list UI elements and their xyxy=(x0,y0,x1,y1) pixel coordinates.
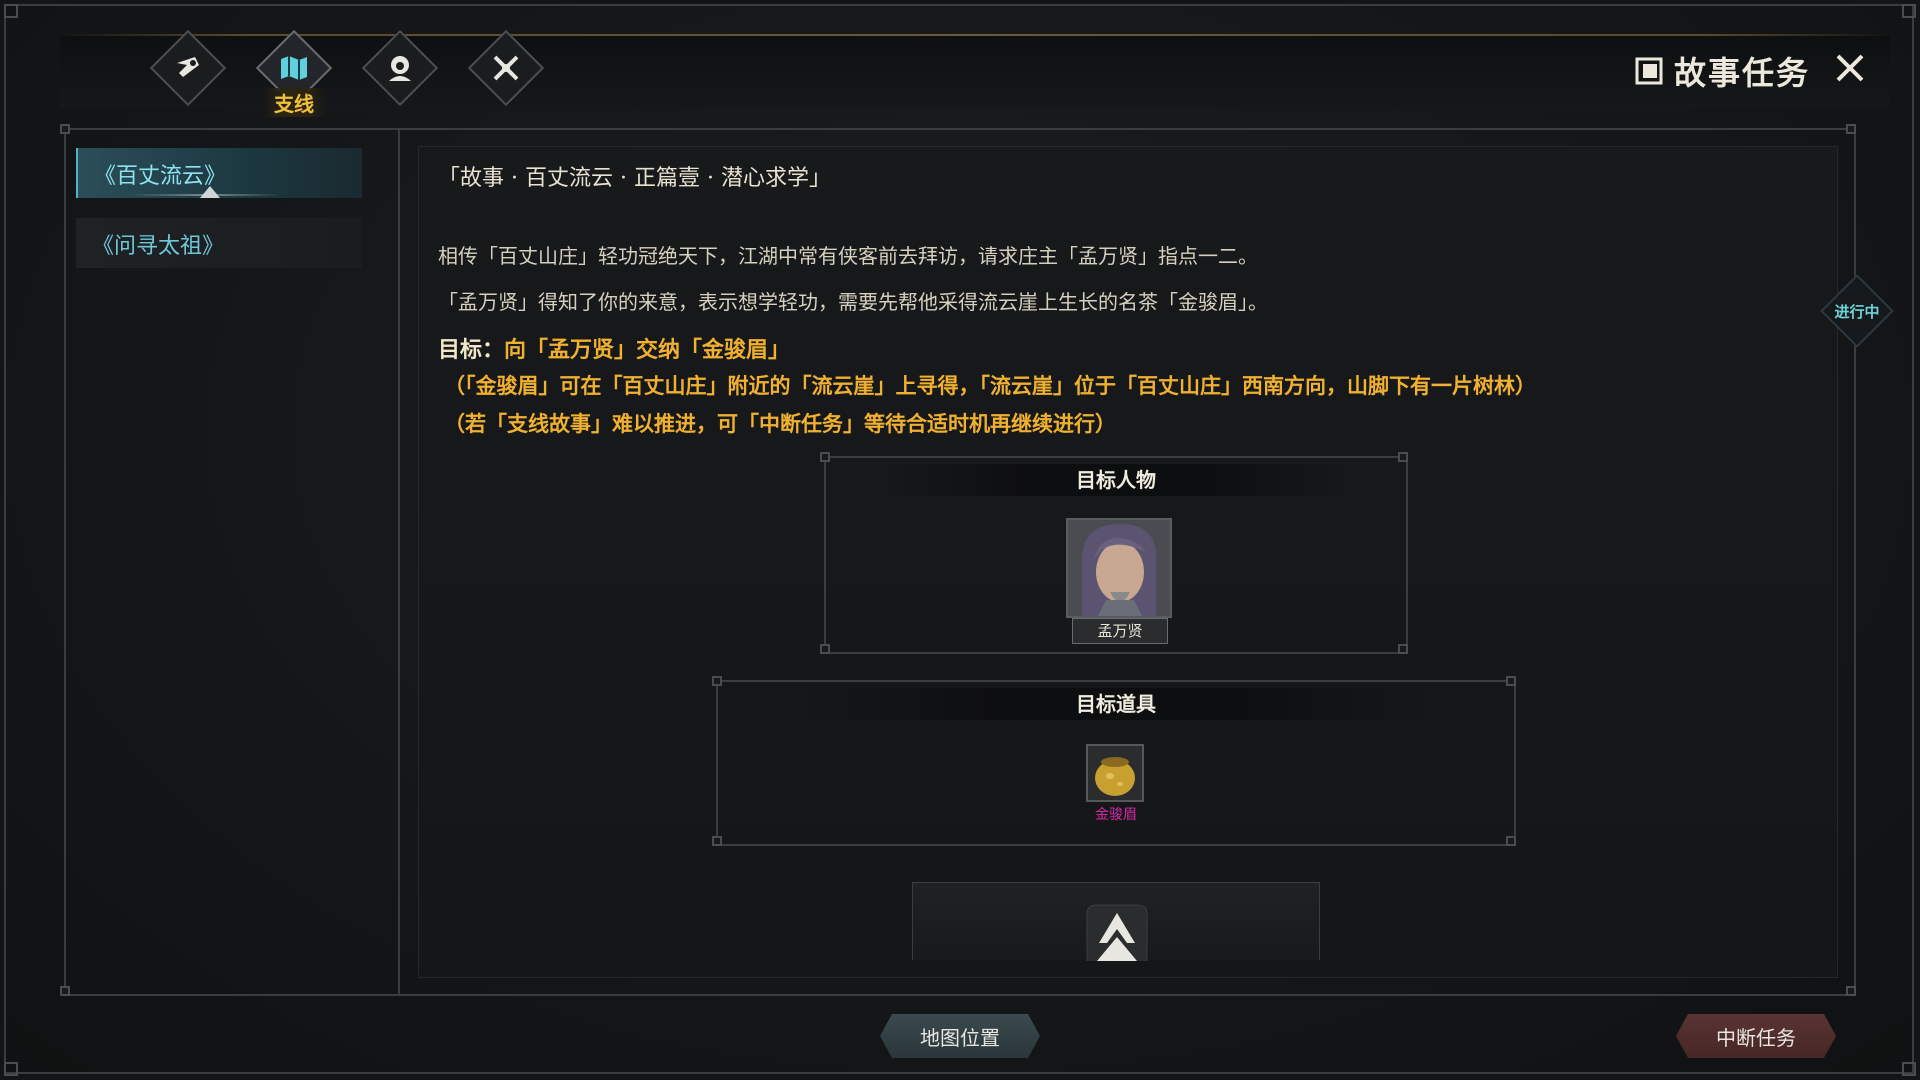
character-portrait[interactable] xyxy=(1066,518,1172,618)
crossed-swords-icon xyxy=(493,55,519,81)
frame-corner xyxy=(1902,4,1916,18)
scroll-seal-icon xyxy=(177,57,199,77)
box-corner xyxy=(820,452,830,462)
additional-target-box xyxy=(912,882,1320,961)
target-character-header: 目标人物 xyxy=(826,464,1406,496)
frame-corner xyxy=(4,1062,18,1076)
sidebar-item-label: 《问寻太祖》 xyxy=(92,234,225,259)
tea-jar-icon xyxy=(1095,757,1135,796)
top-bar-line xyxy=(60,34,1890,36)
status-text: 进行中 xyxy=(1834,302,1880,321)
top-bar xyxy=(60,36,1890,108)
quest-goal: 目标：向「孟万贤」交纳「金骏眉」 xyxy=(438,332,790,364)
close-icon[interactable] xyxy=(1832,50,1868,86)
goal-text: 向「孟万贤」交纳「金骏眉」 xyxy=(504,337,791,363)
quest-title: 「故事 · 百丈流云 · 正篇壹 · 潜心求学」 xyxy=(438,166,831,191)
box-corner xyxy=(820,644,830,654)
sidebar-divider xyxy=(398,128,400,996)
target-item-header: 目标道具 xyxy=(718,688,1514,720)
status-badge: 进行中 xyxy=(1820,274,1894,348)
character-bust-icon xyxy=(389,56,411,81)
map-location-button[interactable]: 地图位置 xyxy=(880,1014,1040,1058)
box-corner xyxy=(1506,836,1516,846)
frame-corner xyxy=(1902,1062,1916,1076)
title-text: 故事任务 xyxy=(1673,54,1810,92)
tab-character[interactable] xyxy=(361,29,439,107)
sidebar-item-baizhang[interactable]: 《百丈流云》 xyxy=(76,148,362,198)
frame-corner xyxy=(4,4,18,18)
tab-label-side: 支线 xyxy=(262,88,326,117)
open-map-icon xyxy=(281,56,307,80)
tab-main-quest[interactable] xyxy=(149,29,227,107)
chess-piece-icon xyxy=(1086,904,1148,961)
panel-corner xyxy=(1846,986,1856,996)
window-title: 故事任务 xyxy=(1634,48,1810,94)
quest-description-2: 「孟万贤」得知了你的来意，表示想学轻功，需要先帮他采得流云崖上生长的名茶「金骏眉… xyxy=(438,290,1268,314)
abort-quest-button[interactable]: 中断任务 xyxy=(1676,1014,1836,1058)
panel-corner xyxy=(60,124,70,134)
quest-hint-location: （「金骏眉」可在「百丈山庄」附近的「流云崖」上寻得，「流云崖」位于「百丈山庄」西… xyxy=(444,373,1536,398)
quest-description-1: 相传「百丈山庄」轻功冠绝天下，江湖中常有侠客前去拜访，请求庄主「孟万贤」指点一二… xyxy=(438,244,1258,268)
quest-hint-abort: （若「支线故事」难以推进，可「中断任务」等待合适时机再继续进行） xyxy=(444,411,1116,436)
box-corner xyxy=(1398,644,1408,654)
selected-indicator xyxy=(200,186,220,198)
tab-combat[interactable] xyxy=(467,29,545,107)
character-name: 孟万贤 xyxy=(1072,618,1168,644)
panel-corner xyxy=(1846,124,1856,134)
book-icon xyxy=(1635,57,1663,85)
item-name: 金骏眉 xyxy=(1095,807,1137,823)
box-corner xyxy=(1506,676,1516,686)
box-corner xyxy=(712,836,722,846)
character-portrait-image xyxy=(1068,520,1170,616)
panel-corner xyxy=(60,986,70,996)
box-corner xyxy=(1398,452,1408,462)
sidebar-item-wenxun[interactable]: 《问寻太祖》 xyxy=(76,218,362,268)
goal-label: 目标： xyxy=(438,337,505,363)
item-slot[interactable] xyxy=(1086,744,1144,802)
box-corner xyxy=(712,676,722,686)
